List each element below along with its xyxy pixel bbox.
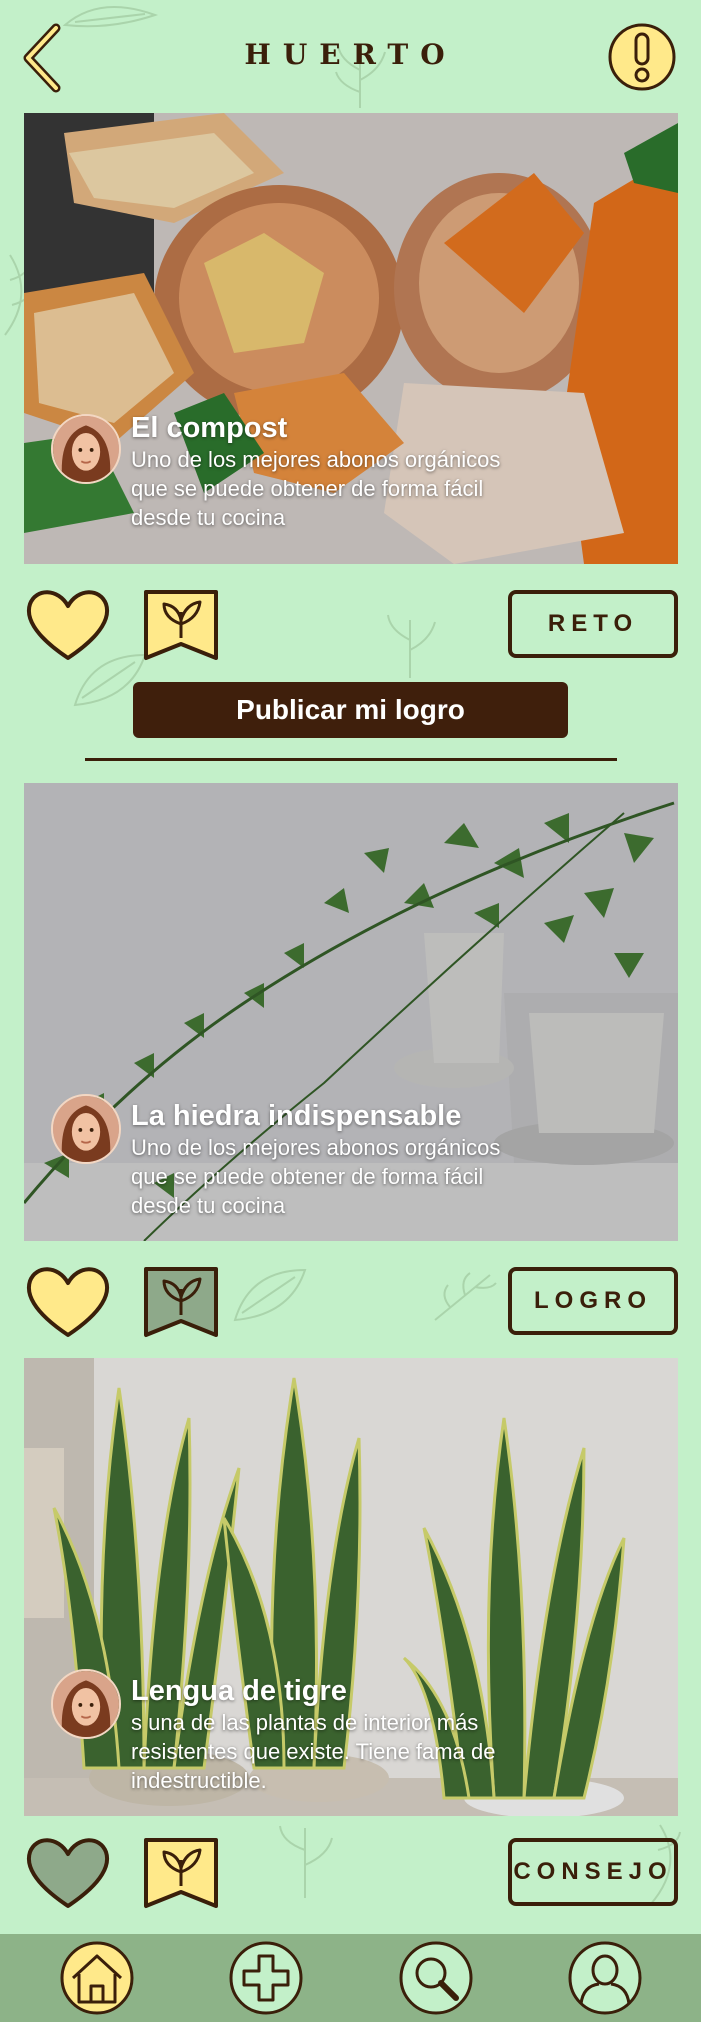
post-description-line: s una de las plantas de interior más <box>131 1710 479 1735</box>
post-title: La hiedra indispensable <box>131 1100 462 1132</box>
home-icon[interactable] <box>59 1940 135 2016</box>
exclamation-icon[interactable] <box>607 22 677 92</box>
post-card-ivy[interactable]: La hiedra indispensable Uno de los mejor… <box>24 783 678 1241</box>
post-description-line: Uno de los mejores abonos orgánicos <box>131 1135 501 1160</box>
tag-button[interactable]: RETO <box>508 590 678 658</box>
post-caption: El compost Uno de los mejores abonos org… <box>131 411 638 532</box>
post-title: El compost <box>131 412 288 444</box>
sprout-badge-icon[interactable] <box>142 588 220 662</box>
heart-icon[interactable] <box>22 584 114 664</box>
tag-button[interactable]: CONSEJO <box>508 1838 678 1906</box>
post-description-line: que se puede obtener de forma fácil <box>131 1164 484 1189</box>
bottom-nav <box>0 1934 701 2022</box>
post-actions: LOGRO <box>0 1261 701 1341</box>
avatar[interactable] <box>51 1094 121 1164</box>
sprout-badge-icon[interactable] <box>142 1265 220 1339</box>
post-description-line: resistentes que existe. Tiene fama de <box>131 1739 496 1764</box>
tag-button[interactable]: LOGRO <box>508 1267 678 1335</box>
post-card-compost[interactable]: El compost Uno de los mejores abonos org… <box>24 113 678 564</box>
avatar-icon <box>53 1096 119 1162</box>
page-title: HUERTO <box>244 38 457 71</box>
post-description-line: que se puede obtener de forma fácil <box>131 476 484 501</box>
post-card-snake-plant[interactable]: Lengua de tigre s una de las plantas de … <box>24 1358 678 1816</box>
avatar-icon <box>53 416 119 482</box>
profile-icon[interactable] <box>567 1940 643 2016</box>
post-description-line: desde tu cocina <box>131 1193 286 1218</box>
post-actions: CONSEJO <box>0 1832 701 1912</box>
avatar-icon <box>53 1671 119 1737</box>
plus-icon[interactable] <box>228 1940 304 2016</box>
post-description-line: indestructible. <box>131 1768 267 1793</box>
search-icon[interactable] <box>398 1940 474 2016</box>
post-description-line: desde tu cocina <box>131 505 286 530</box>
divider <box>85 758 617 761</box>
post-actions: RETO <box>0 584 701 664</box>
publish-achievement-button[interactable]: Publicar mi logro <box>133 682 568 738</box>
sprout-badge-icon[interactable] <box>142 1836 220 1910</box>
post-caption: La hiedra indispensable Uno de los mejor… <box>131 1099 638 1220</box>
post-title: Lengua de tigre <box>131 1675 347 1707</box>
post-description-line: Uno de los mejores abonos orgánicos <box>131 447 501 472</box>
heart-icon[interactable] <box>22 1261 114 1341</box>
app-header: HUERTO <box>0 0 701 112</box>
avatar[interactable] <box>51 1669 121 1739</box>
heart-icon[interactable] <box>22 1832 114 1912</box>
avatar[interactable] <box>51 414 121 484</box>
post-caption: Lengua de tigre s una de las plantas de … <box>131 1674 638 1795</box>
